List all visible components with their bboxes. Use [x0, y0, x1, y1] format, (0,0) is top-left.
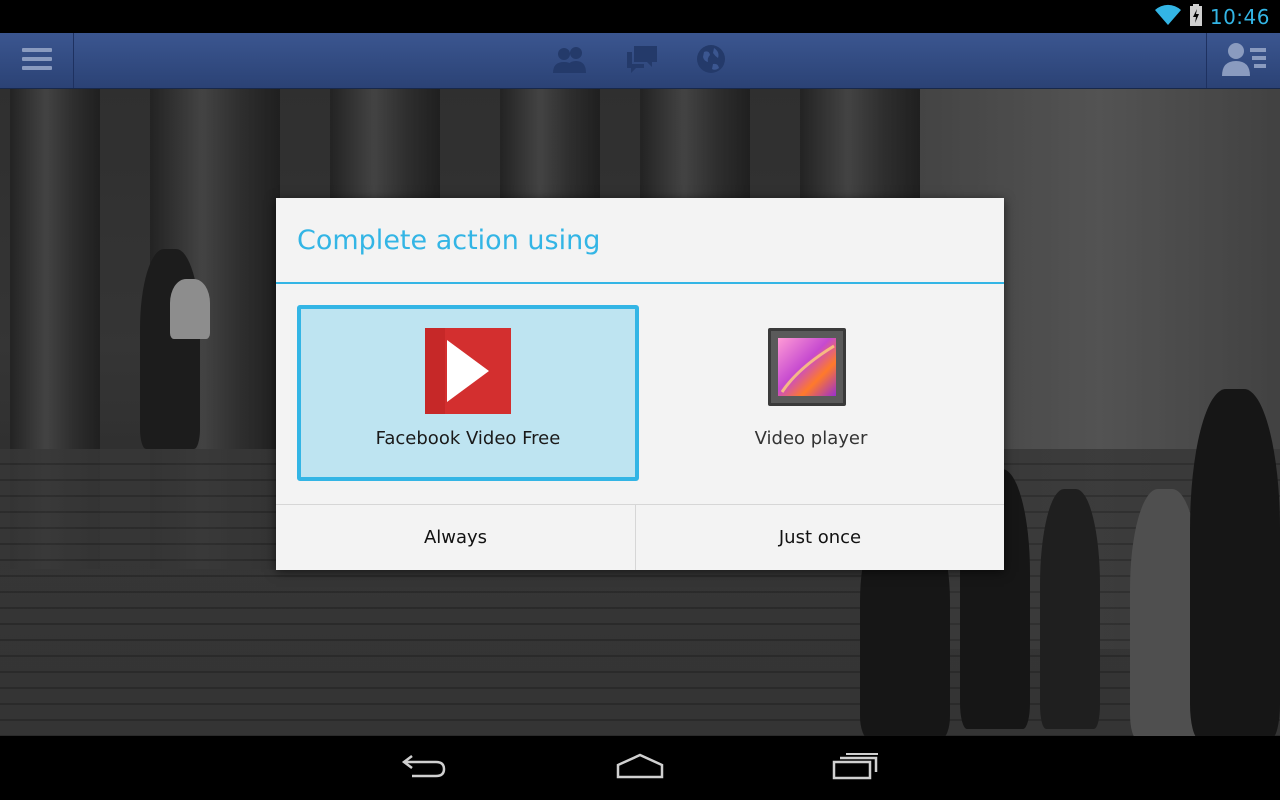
clock: 10:46 — [1209, 4, 1270, 29]
always-button[interactable]: Always — [276, 505, 635, 570]
home-icon — [615, 753, 665, 783]
video-player-gallery-icon — [768, 328, 854, 414]
battery-charging-icon — [1189, 3, 1202, 30]
menu-button[interactable] — [0, 33, 74, 88]
messages-icon[interactable] — [626, 44, 658, 78]
friend-requests-icon[interactable] — [552, 44, 588, 78]
friends-list-icon — [1221, 42, 1266, 80]
action-bar — [0, 33, 1280, 89]
notifications-globe-icon[interactable] — [696, 44, 726, 78]
friends-list-button[interactable] — [1206, 33, 1280, 88]
play-video-icon — [425, 328, 511, 414]
app-chooser-grid: Facebook Video Free Video player — [276, 284, 1004, 504]
navigation-bar — [0, 736, 1280, 800]
top-nav-icons — [552, 33, 726, 88]
app-option-facebook-video-free[interactable]: Facebook Video Free — [297, 305, 639, 481]
recent-apps-icon — [832, 752, 880, 784]
app-label: Facebook Video Free — [375, 428, 561, 449]
app-option-video-player[interactable]: Video player — [640, 305, 982, 481]
dialog-buttons: Always Just once — [276, 504, 1004, 570]
complete-action-dialog: Complete action using Facebook Video Fre… — [276, 198, 1004, 570]
back-button[interactable] — [394, 750, 454, 786]
dialog-title: Complete action using — [276, 198, 1004, 284]
recent-apps-button[interactable] — [826, 750, 886, 786]
home-button[interactable] — [610, 750, 670, 786]
just-once-button[interactable]: Just once — [635, 505, 1004, 570]
status-bar: 10:46 — [0, 0, 1280, 33]
menu-icon — [21, 47, 52, 75]
wifi-icon — [1154, 4, 1182, 30]
app-label: Video player — [754, 428, 868, 449]
status-icons: 10:46 — [1154, 0, 1270, 33]
back-icon — [400, 752, 448, 784]
